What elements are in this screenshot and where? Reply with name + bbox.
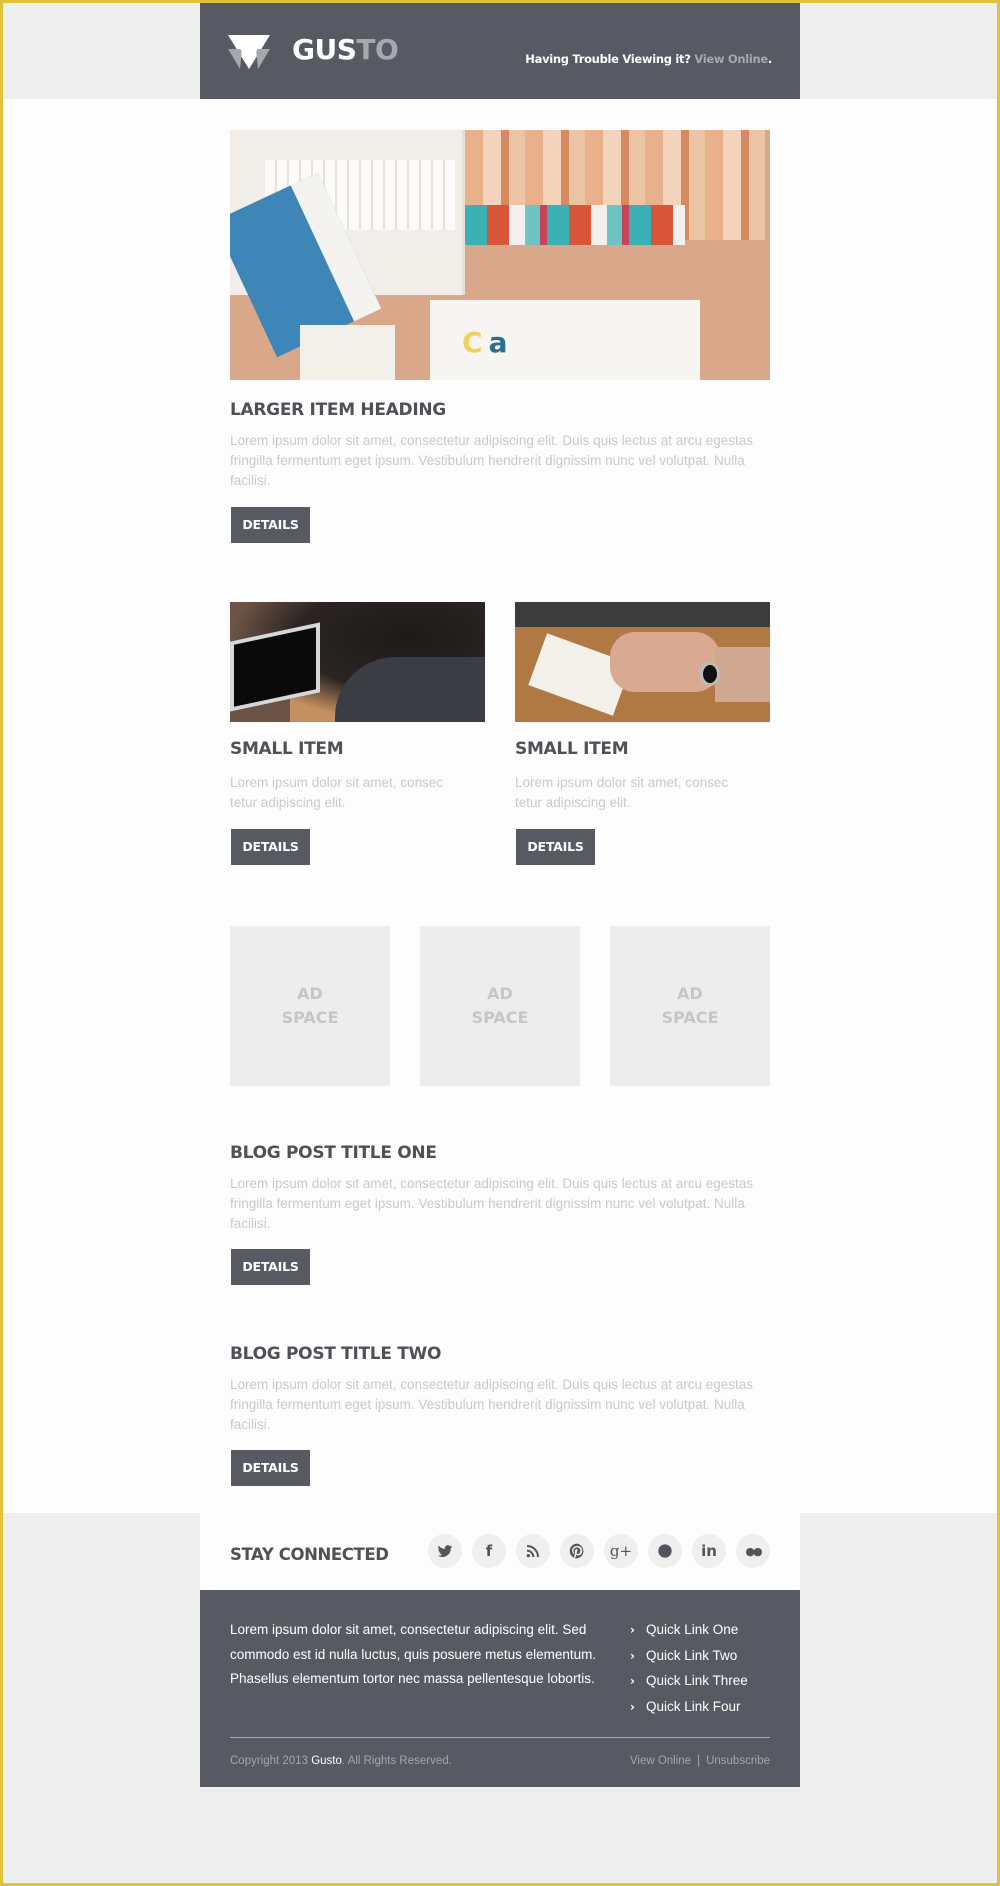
- quick-link-1[interactable]: › Quick Link One: [630, 1617, 748, 1643]
- footer-divider: [230, 1737, 770, 1738]
- blog-post-body-1: Lorem ipsum dolor sit amet, consectetur …: [230, 1176, 753, 1231]
- social-bar: STAY CONNECTED f g+ in ●●: [200, 1513, 800, 1590]
- facebook-glyph: f: [485, 1542, 493, 1560]
- ad-space-3[interactable]: AD SPACE: [610, 926, 770, 1086]
- ad-label-line2: SPACE: [661, 1008, 719, 1027]
- quick-link-label: Quick Link Three: [646, 1673, 748, 1688]
- quick-link-2[interactable]: › Quick Link Two: [630, 1643, 748, 1669]
- ad-label: AD SPACE: [662, 982, 719, 1030]
- blog-post-title-2: BLOG POST TITLE TWO: [230, 1344, 442, 1364]
- copyright-brand: Gusto: [311, 1755, 342, 1767]
- small-item-image-1: [230, 602, 485, 722]
- hero-body: Lorem ipsum dolor sit amet, consectetur …: [230, 433, 753, 488]
- footer-links: View Online | Unsubscribe: [630, 1755, 770, 1767]
- ad-label-line2: SPACE: [471, 1008, 529, 1027]
- ad-space-1[interactable]: AD SPACE: [230, 926, 390, 1086]
- unsubscribe-link[interactable]: Unsubscribe: [706, 1755, 770, 1767]
- hero-image-desk: Ca: [230, 130, 770, 380]
- hero-letters: Ca: [462, 326, 508, 359]
- chevron-right-icon: ›: [630, 1648, 635, 1663]
- footer: Lorem ipsum dolor sit amet, consectetur …: [200, 1590, 800, 1787]
- quick-links: › Quick Link One › Quick Link Two › Quick L…: [630, 1617, 748, 1719]
- chevron-right-icon: ›: [630, 1674, 635, 1688]
- blog-post-details-button-2[interactable]: DETAILS: [231, 1450, 310, 1486]
- google-plus-icon[interactable]: g+: [604, 1534, 638, 1568]
- hero-book-spines: [465, 205, 685, 245]
- brand-logo[interactable]: GUSTO: [292, 33, 399, 66]
- chevron-right-icon: ›: [630, 1699, 635, 1714]
- ad-label-line1: AD: [487, 984, 513, 1003]
- hero-details-button[interactable]: DETAILS: [231, 507, 310, 543]
- dribbble-icon[interactable]: [648, 1534, 682, 1568]
- social-icons: f g+ in ●●: [428, 1534, 770, 1568]
- small-item-heading-2: SMALL ITEM: [515, 739, 629, 759]
- google-plus-glyph: g+: [609, 1542, 633, 1560]
- small-item-details-button-1[interactable]: DETAILS: [231, 829, 310, 865]
- ad-label-line1: AD: [297, 984, 323, 1003]
- blog-post-body-2: Lorem ipsum dolor sit amet, consectetur …: [230, 1377, 753, 1432]
- quick-link-4[interactable]: › Quick Link Four: [630, 1694, 748, 1720]
- quick-link-label: Quick Link Four: [646, 1698, 741, 1714]
- logo-icon: [228, 35, 270, 69]
- hero-heading: LARGER ITEM HEADING: [230, 400, 446, 420]
- trouble-text: Having Trouble Viewing it?: [525, 52, 691, 66]
- blog-post-details-button-1[interactable]: DETAILS: [231, 1249, 310, 1285]
- email-header: GUSTO Having Trouble Viewing it? View On…: [200, 3, 800, 99]
- footer-about-text: Lorem ipsum dolor sit amet, consectetur …: [230, 1622, 597, 1686]
- quick-link-label: Quick Link Two: [646, 1647, 738, 1663]
- quick-link-label: Quick Link One: [646, 1622, 739, 1637]
- chevron-right-icon: ›: [630, 1623, 635, 1637]
- trailing-period: .: [767, 52, 772, 66]
- twitter-icon[interactable]: [428, 1534, 462, 1568]
- small-item-heading-1: SMALL ITEM: [230, 739, 344, 759]
- pinterest-icon[interactable]: [560, 1534, 594, 1568]
- ad-label: AD SPACE: [472, 982, 529, 1030]
- img-watch: [700, 662, 720, 686]
- linkedin-glyph: in: [701, 1542, 717, 1560]
- stay-connected-heading: STAY CONNECTED: [230, 1545, 389, 1564]
- brand-name-bright: GUS: [292, 33, 357, 66]
- img-arm: [715, 647, 770, 702]
- flickr-icon[interactable]: ●●: [736, 1534, 770, 1568]
- ad-space-2[interactable]: AD SPACE: [420, 926, 580, 1086]
- brand-name-dim: TO: [356, 33, 399, 66]
- small-item-body-2: Lorem ipsum dolor sit amet, consec tetur…: [515, 775, 729, 810]
- copyright-prefix: Copyright 2013: [230, 1755, 308, 1767]
- ad-label: AD SPACE: [282, 982, 339, 1030]
- ad-label-line1: AD: [677, 984, 703, 1003]
- ad-label-line2: SPACE: [281, 1008, 339, 1027]
- blog-post-title-1: BLOG POST TITLE ONE: [230, 1143, 437, 1163]
- hero-notebook: [300, 325, 395, 380]
- quick-link-3[interactable]: › Quick Link Three: [630, 1668, 748, 1694]
- rss-icon[interactable]: [516, 1534, 550, 1568]
- footer-view-online-link[interactable]: View Online: [630, 1755, 691, 1767]
- small-item-image-2: [515, 602, 770, 722]
- small-item-details-button-2[interactable]: DETAILS: [516, 829, 595, 865]
- linkedin-icon[interactable]: in: [692, 1534, 726, 1568]
- link-separator: |: [697, 1755, 701, 1767]
- flickr-glyph: ●●: [745, 1544, 762, 1558]
- img-background: [515, 602, 770, 627]
- copyright-suffix: . All Rights Reserved.: [341, 1755, 452, 1767]
- view-online-link[interactable]: View Online: [694, 52, 768, 66]
- facebook-icon[interactable]: f: [472, 1534, 506, 1568]
- small-item-body-1: Lorem ipsum dolor sit amet, consec tetur…: [230, 775, 444, 810]
- copyright: Copyright 2013 Gusto. All Rights Reserve…: [230, 1755, 452, 1767]
- view-trouble-notice: Having Trouble Viewing it? View Online.: [525, 52, 772, 66]
